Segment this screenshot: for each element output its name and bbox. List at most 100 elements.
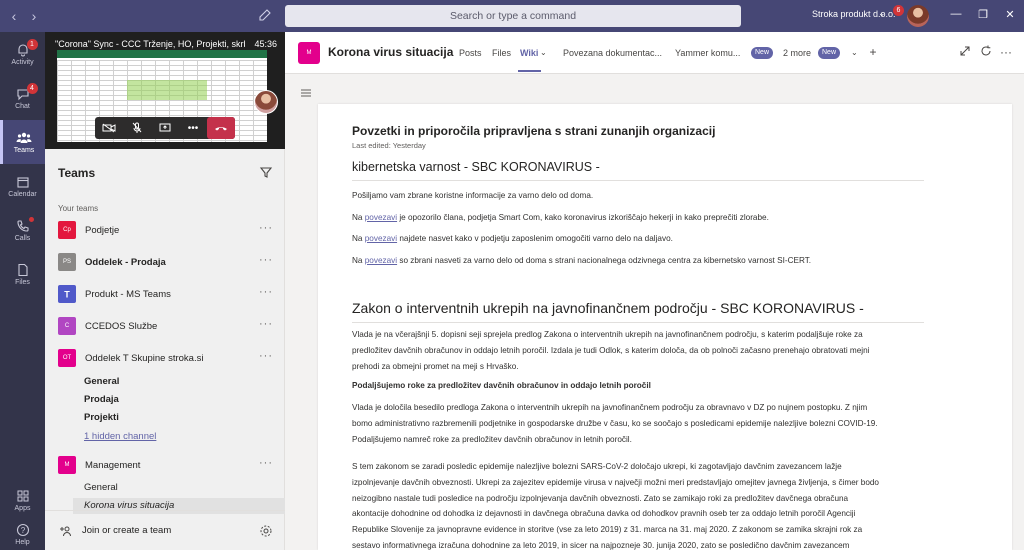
paragraph-line: izpolnjevanje davčnih obveznosti. Ukrepi…: [352, 477, 879, 487]
team-item-produkt-ms-teams[interactable]: T Produkt - MS Teams ···: [45, 282, 285, 306]
gear-icon[interactable]: [259, 524, 273, 538]
more-options-icon[interactable]: ···: [259, 254, 273, 266]
add-tab-icon[interactable]: +: [866, 45, 880, 59]
team-name: Oddelek T Skupine stroka.si: [85, 352, 204, 364]
hang-up-button[interactable]: [207, 117, 235, 139]
wiki-page-title[interactable]: Povzetki in priporočila pripravljena s s…: [352, 124, 715, 138]
team-item-ccedos[interactable]: C CCEDOS Službe ···: [45, 314, 285, 338]
forward-arrow-icon[interactable]: ›: [26, 8, 42, 24]
section-divider: [352, 322, 924, 323]
section-label: Your teams: [58, 204, 99, 213]
title-bar: ‹ › Search or type a command Stroka prod…: [0, 0, 1024, 32]
more-options-icon[interactable]: •••: [179, 117, 207, 139]
chevron-down-icon[interactable]: ⌄: [851, 48, 858, 57]
channel-title: Korona virus situacija: [328, 45, 454, 59]
team-avatar: Cp: [58, 221, 76, 239]
filter-icon[interactable]: [259, 165, 273, 179]
povezavi-link[interactable]: povezavi: [365, 234, 397, 243]
mic-off-icon[interactable]: [123, 117, 151, 139]
team-item-management[interactable]: M Management ···: [45, 453, 285, 477]
close-icon[interactable]: ✕: [1002, 8, 1018, 24]
paragraph-line: Republike Slovenije za javnopravne evide…: [352, 525, 863, 535]
chat-icon: 4: [15, 82, 38, 101]
channel-team-avatar: M: [298, 42, 320, 64]
more-options-icon[interactable]: ···: [999, 45, 1013, 59]
share-screen-icon[interactable]: [151, 117, 179, 139]
paragraph-text: so zbrani nasveti za varno delo od doma …: [397, 256, 812, 265]
phone-icon: [15, 216, 34, 233]
back-arrow-icon[interactable]: ‹: [6, 8, 22, 24]
tab-yammer[interactable]: Yammer komu...: [675, 48, 740, 58]
tab-wiki[interactable]: Wiki: [520, 48, 538, 58]
app-label: Teams: [13, 146, 35, 154]
team-item-oddelek-t[interactable]: OT Oddelek T Skupine stroka.si ···: [45, 346, 285, 370]
chevron-down-icon[interactable]: ⌄: [540, 48, 547, 57]
spreadsheet-highlight: [127, 80, 207, 100]
app-calls[interactable]: Calls: [0, 208, 45, 252]
app-files[interactable]: Files: [0, 252, 45, 296]
compose-icon[interactable]: [258, 8, 274, 24]
paragraph-text: Na: [352, 256, 363, 265]
search-input[interactable]: Search or type a command: [285, 5, 741, 27]
call-title: "Corona" Sync - CCC Trženje, HO, Projekt…: [55, 39, 245, 49]
svg-text:T: T: [64, 290, 70, 300]
section-title[interactable]: Zakon o interventnih ukrepih na javnofin…: [352, 300, 864, 316]
povezavi-link[interactable]: povezavi: [365, 256, 397, 265]
wiki-toc-toggle[interactable]: [285, 80, 315, 110]
channel-general-management[interactable]: General: [84, 482, 118, 493]
last-edited: Last edited: Yesterday: [352, 141, 426, 150]
subheading: Podaljšujemo roke za predložitev davčnih…: [352, 381, 651, 390]
more-options-icon[interactable]: ···: [259, 318, 273, 330]
refresh-icon[interactable]: [979, 45, 993, 59]
join-or-create-team[interactable]: Join or create a team: [45, 510, 285, 550]
paragraph: S tem zakonom se zaradi posledic epidemi…: [352, 459, 922, 550]
more-options-icon[interactable]: ···: [259, 350, 273, 362]
call-controls: •••: [95, 117, 235, 139]
povezavi-link[interactable]: povezavi: [365, 213, 397, 222]
call-duration: 45:36: [254, 39, 277, 49]
active-tab-indicator: [518, 70, 541, 72]
team-item-oddelek-prodaja[interactable]: PS Oddelek - Prodaja ···: [45, 250, 285, 274]
channel-general[interactable]: General: [84, 376, 119, 387]
join-team-label: Join or create a team: [82, 525, 172, 536]
tab-povezana-dokumentacija[interactable]: Povezana dokumentac...: [563, 48, 662, 58]
team-avatar: OT: [58, 349, 76, 367]
paragraph-line: Podaljšujemo namreč roke za predložitev …: [352, 434, 632, 444]
hidden-channels-link[interactable]: 1 hidden channel: [84, 431, 156, 442]
apps-icon: [15, 489, 31, 503]
channel-prodaja[interactable]: Prodaja: [84, 394, 119, 405]
app-teams[interactable]: Teams: [0, 120, 45, 164]
team-name: Oddelek - Prodaja: [85, 256, 166, 268]
app-chat[interactable]: 4 Chat: [0, 76, 45, 120]
minimize-icon[interactable]: —: [948, 8, 964, 24]
channel-projekti[interactable]: Projekti: [84, 412, 119, 423]
tab-more[interactable]: 2 more: [783, 48, 811, 58]
user-avatar[interactable]: [907, 5, 929, 27]
chat-badge: 4: [26, 82, 38, 94]
app-calendar[interactable]: Calendar: [0, 164, 45, 208]
call-window[interactable]: "Corona" Sync - CCC Trženje, HO, Projekt…: [45, 32, 285, 149]
chevron-down-icon[interactable]: ⌄: [878, 8, 886, 19]
more-options-icon[interactable]: ···: [259, 222, 273, 234]
file-icon: [15, 263, 31, 277]
tab-posts[interactable]: Posts: [459, 48, 482, 58]
help-icon: ?: [15, 523, 31, 537]
section-title[interactable]: kibernetska varnost - SBC KORONAVIRUS -: [352, 160, 600, 174]
channel-header: M Korona virus situacija Posts Files Wik…: [285, 32, 1024, 74]
team-item-podjetje[interactable]: Cp Podjetje ···: [45, 218, 285, 242]
restore-icon[interactable]: ❐: [975, 8, 991, 24]
camera-off-icon[interactable]: [95, 117, 123, 139]
app-help[interactable]: ? Help: [0, 512, 45, 550]
paragraph: Vlada je določila besedilo predloga Zako…: [352, 400, 922, 447]
tab-files[interactable]: Files: [492, 48, 511, 58]
expand-icon[interactable]: [958, 45, 972, 59]
participant-avatar: [254, 90, 278, 114]
app-label: Calls: [14, 234, 31, 242]
more-options-icon[interactable]: ···: [259, 286, 273, 298]
app-label: Activity: [11, 58, 34, 66]
team-name: CCEDOS Službe: [85, 320, 158, 332]
more-options-icon[interactable]: ···: [259, 457, 273, 469]
paragraph-line: neizogibno nastale tudi posledice na pod…: [352, 493, 849, 503]
calls-indicator: [28, 216, 34, 222]
app-activity[interactable]: 1 Activity: [0, 32, 45, 76]
